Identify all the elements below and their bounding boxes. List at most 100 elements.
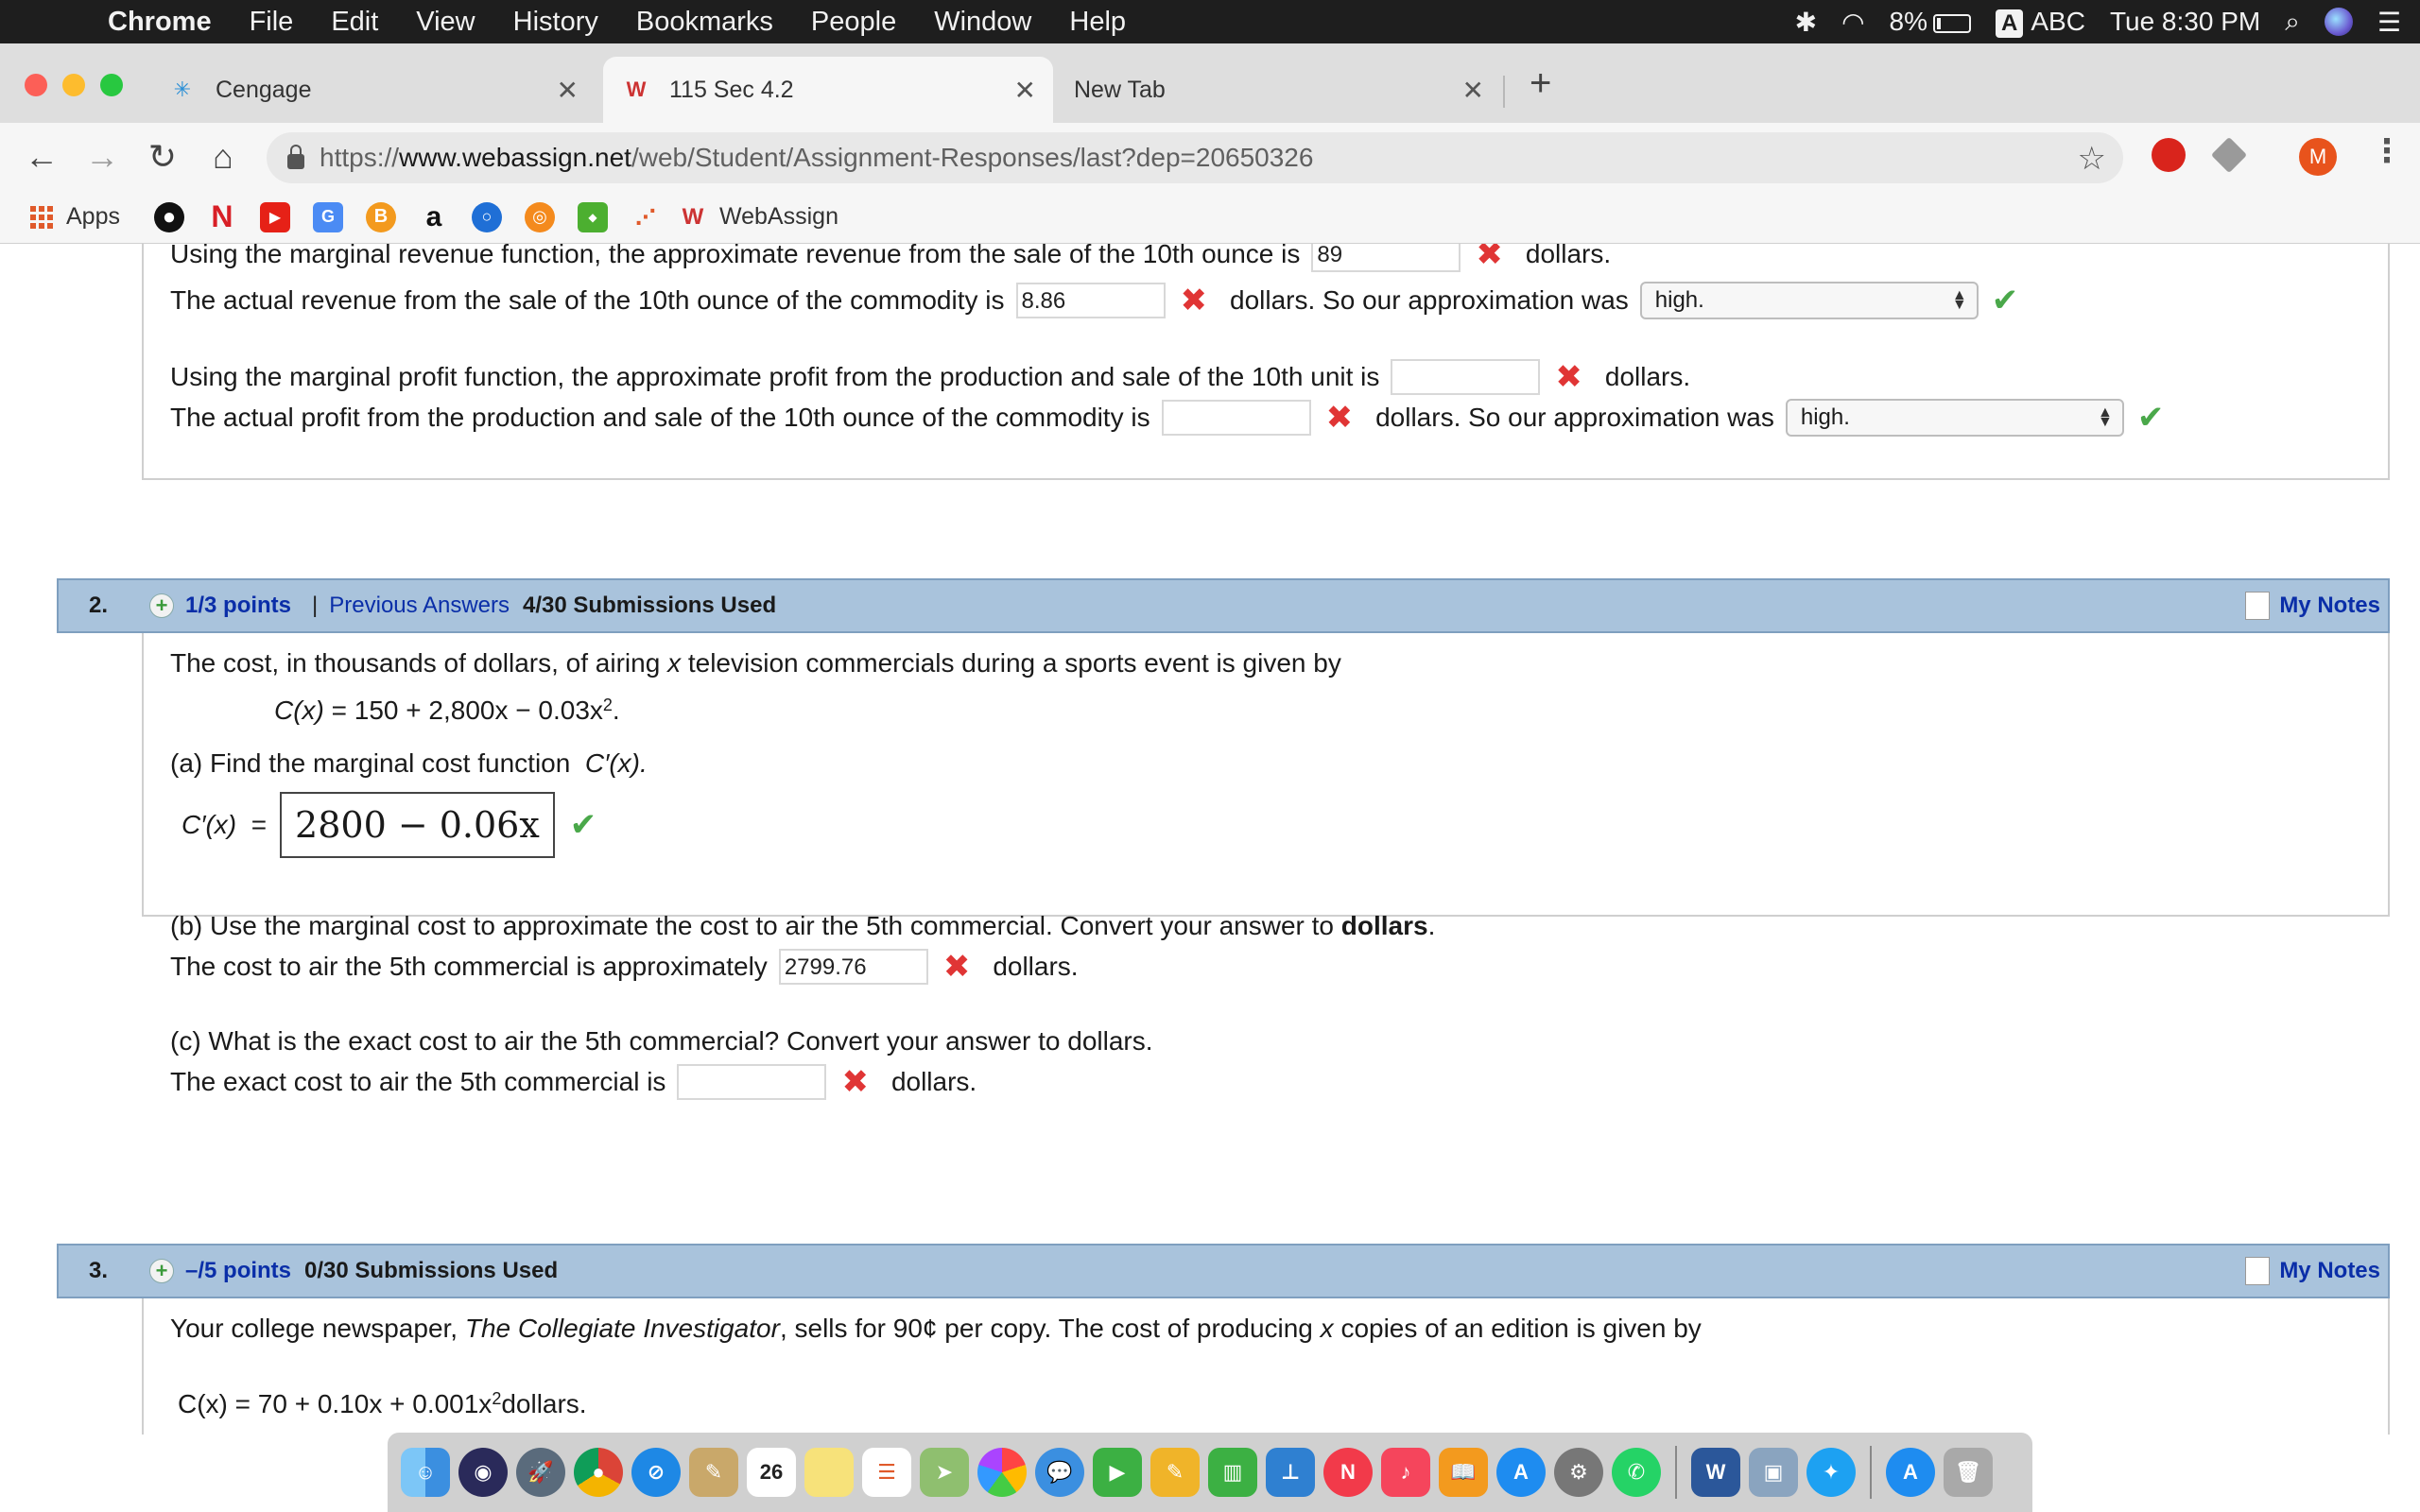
page-content: Using the marginal revenue function, the…: [0, 244, 2420, 1435]
preview-icon[interactable]: ✎: [689, 1448, 738, 1497]
dots-app-icon[interactable]: ⋰: [631, 202, 661, 232]
chrome-menu-icon[interactable]: ⋮: [2371, 132, 2403, 170]
menu-file[interactable]: File: [250, 7, 294, 38]
safari-icon[interactable]: ⊘: [631, 1448, 681, 1497]
finder-icon[interactable]: ☺: [401, 1448, 450, 1497]
q1-revenue-approx-input[interactable]: 89: [1311, 244, 1461, 272]
input-source-menu[interactable]: A ABC: [1996, 7, 2085, 38]
tab-115-sec-4-2[interactable]: W 115 Sec 4.2 ✕: [603, 57, 1053, 123]
tab-close-icon[interactable]: ✕: [1462, 75, 1484, 106]
microsoft-word-icon[interactable]: W: [1691, 1448, 1740, 1497]
system-preferences-icon[interactable]: ⚙: [1554, 1448, 1603, 1497]
music-icon[interactable]: ♪: [1381, 1448, 1430, 1497]
question-2-header: 2. + 1/3 points | Previous Answers 4/30 …: [57, 578, 2390, 633]
maps-icon[interactable]: ➤: [920, 1448, 969, 1497]
numbers-icon[interactable]: ▥: [1208, 1448, 1257, 1497]
question-3-header: 3. + –/5 points 0/30 Submissions Used My…: [57, 1244, 2390, 1298]
q2-marginal-cost-answer[interactable]: 2800 − 0.06x: [280, 792, 555, 858]
ring-app-icon[interactable]: ○: [471, 201, 502, 232]
battery-percent: 8%: [1889, 7, 1928, 36]
siri-icon[interactable]: [2324, 8, 2353, 36]
calendar-icon[interactable]: 26: [747, 1448, 796, 1497]
whatsapp-icon[interactable]: ✆: [1612, 1448, 1661, 1497]
bitcoin-icon[interactable]: B: [365, 201, 396, 232]
q1-profit-approx-input[interactable]: [1391, 359, 1541, 395]
books-icon[interactable]: 📖: [1439, 1448, 1488, 1497]
apps-grid-icon[interactable]: [30, 205, 53, 229]
trash-icon[interactable]: 🗑: [1944, 1448, 1993, 1497]
photos-icon[interactable]: [977, 1448, 1027, 1497]
menu-bookmarks[interactable]: Bookmarks: [636, 7, 773, 38]
wifi-icon[interactable]: ◠: [1841, 7, 1864, 38]
previous-answers-link[interactable]: Previous Answers: [329, 593, 510, 619]
news-icon[interactable]: N: [1323, 1448, 1373, 1497]
home-icon[interactable]: ⌂: [202, 136, 244, 178]
chrome-dock-icon[interactable]: ●: [574, 1448, 623, 1497]
menu-people[interactable]: People: [811, 7, 896, 38]
bookmark-webassign[interactable]: WebAssign: [719, 203, 838, 231]
bookmark-apps[interactable]: Apps: [66, 203, 120, 231]
tab-close-icon[interactable]: ✕: [557, 75, 579, 106]
q1-revenue-approx-select[interactable]: high. ▲ ▼: [1639, 282, 1979, 319]
menu-view[interactable]: View: [416, 7, 475, 38]
netflix-icon[interactable]: N: [207, 199, 237, 233]
lifebuoy-icon[interactable]: ◎: [524, 201, 555, 232]
tab-cengage[interactable]: ✳ Cengage ✕: [151, 57, 596, 123]
address-bar[interactable]: https://www.webassign.net/web/Student/As…: [267, 132, 2123, 183]
adblock-extension-icon[interactable]: [2152, 138, 2186, 172]
menu-history[interactable]: History: [513, 7, 598, 38]
bluetooth-icon[interactable]: ✱: [1795, 7, 1817, 38]
applications-folder-icon[interactable]: A: [1886, 1448, 1935, 1497]
messages-icon[interactable]: 💬: [1035, 1448, 1084, 1497]
bookmark-star-icon[interactable]: ☆: [2078, 140, 2106, 178]
notes-icon[interactable]: [804, 1448, 854, 1497]
youtube-icon[interactable]: ▶: [259, 201, 290, 232]
my-notes-button[interactable]: My Notes: [2245, 1257, 2380, 1285]
reminders-icon[interactable]: ☰: [862, 1448, 911, 1497]
tab-divider: [1503, 76, 1505, 108]
webassign-bookmark-icon[interactable]: W: [678, 202, 708, 232]
wmp-icon[interactable]: ◆: [577, 201, 608, 232]
amazon-icon[interactable]: a: [419, 201, 449, 232]
expand-plus-icon[interactable]: +: [149, 593, 174, 618]
menu-clock[interactable]: Tue 8:30 PM: [2110, 7, 2260, 37]
menu-help[interactable]: Help: [1069, 7, 1126, 38]
new-tab-button[interactable]: +: [1530, 62, 1551, 105]
bookmark-circle-icon[interactable]: ●: [153, 201, 184, 232]
tab-close-icon[interactable]: ✕: [1014, 75, 1036, 106]
q3-points-link[interactable]: –/5 points: [185, 1258, 291, 1284]
app-store-icon[interactable]: A: [1496, 1448, 1546, 1497]
tab-new-tab[interactable]: New Tab ✕: [1057, 57, 1501, 123]
notification-center-icon[interactable]: ☰: [2377, 7, 2401, 38]
battery-status[interactable]: 8%: [1889, 7, 1972, 37]
my-notes-button[interactable]: My Notes: [2245, 592, 2380, 620]
menu-edit[interactable]: Edit: [331, 7, 378, 38]
q1-profit-approx-select[interactable]: high. ▲ ▼: [1785, 399, 2124, 437]
reload-icon[interactable]: ↻: [142, 136, 183, 178]
incorrect-icon: ✖: [1555, 359, 1582, 395]
window-zoom-button[interactable]: [100, 74, 123, 96]
facetime-icon[interactable]: ▶: [1093, 1448, 1142, 1497]
pages-icon[interactable]: ✎: [1150, 1448, 1200, 1497]
expand-plus-icon[interactable]: +: [149, 1259, 174, 1283]
keynote-icon[interactable]: ⊥: [1266, 1448, 1315, 1497]
window-close-button[interactable]: [25, 74, 47, 96]
note-page-icon: [2245, 1257, 2271, 1285]
q1-revenue-actual-input[interactable]: 8.86: [1015, 283, 1166, 318]
q1-profit-actual-input[interactable]: [1161, 400, 1311, 436]
google-translate-icon[interactable]: G: [312, 201, 343, 232]
q2-part-b-input[interactable]: 2799.76: [778, 949, 928, 985]
profile-avatar[interactable]: M: [2299, 138, 2337, 176]
menu-window[interactable]: Window: [934, 7, 1031, 38]
launchpad-icon[interactable]: 🚀: [516, 1448, 565, 1497]
q2-part-c-input[interactable]: [677, 1064, 827, 1100]
back-icon[interactable]: ←: [21, 136, 62, 178]
twitter-icon[interactable]: ✦: [1806, 1448, 1856, 1497]
spotlight-search-icon[interactable]: ⌕: [2285, 7, 2300, 38]
window-minimize-button[interactable]: [62, 74, 85, 96]
image-capture-icon[interactable]: ▣: [1749, 1448, 1798, 1497]
siri-dock-icon[interactable]: ◉: [458, 1448, 508, 1497]
menu-app-chrome[interactable]: Chrome: [108, 7, 212, 38]
q2-points-link[interactable]: 1/3 points: [185, 593, 291, 619]
forward-icon[interactable]: →: [81, 136, 123, 178]
